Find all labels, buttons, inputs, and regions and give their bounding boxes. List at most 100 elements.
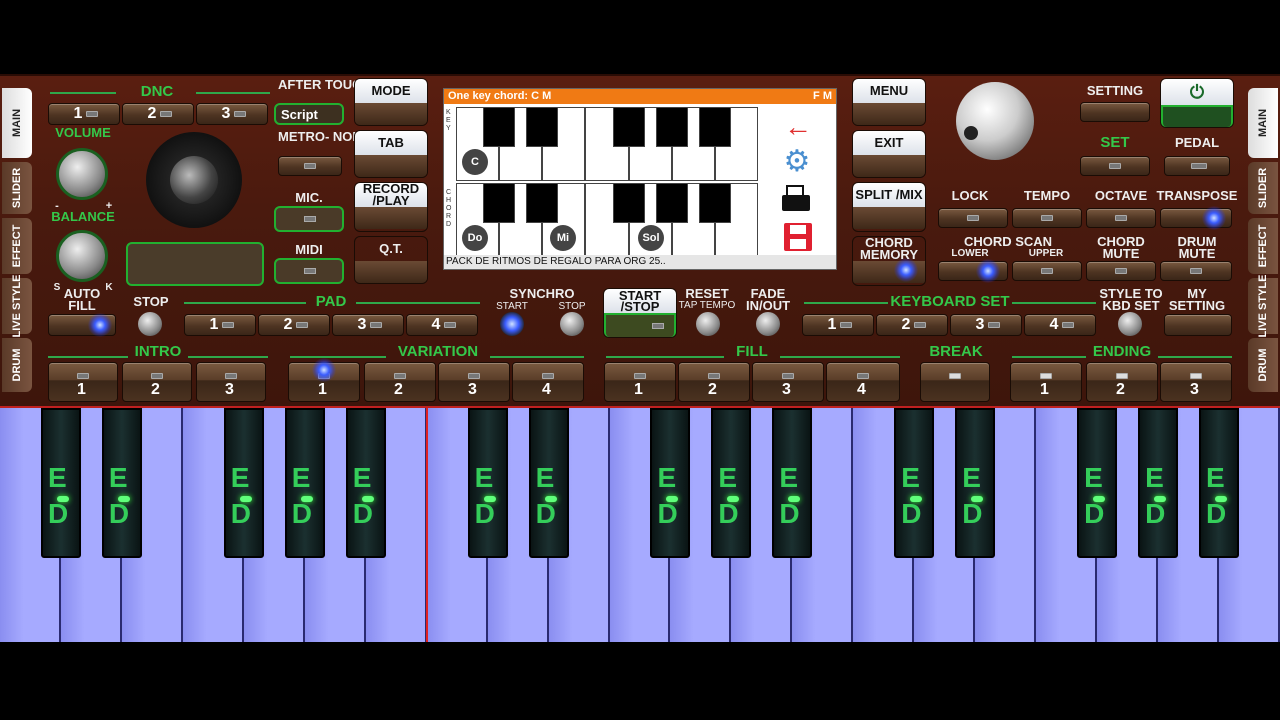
ending-button-2[interactable]: 2 xyxy=(1086,362,1158,402)
side-tab-effect[interactable]: EFFECT xyxy=(2,218,32,274)
kbd-set-button-2[interactable]: 2 xyxy=(876,314,948,336)
kbd-set-button-4[interactable]: 4 xyxy=(1024,314,1096,336)
mini-black-key[interactable] xyxy=(655,107,688,147)
fill-button-4[interactable]: 4 xyxy=(826,362,900,402)
tab-button[interactable]: TAB xyxy=(354,130,428,178)
style-to-kbd-knob[interactable] xyxy=(1118,312,1142,336)
script-button[interactable]: Script xyxy=(274,103,344,125)
pad-button-3[interactable]: 3 xyxy=(332,314,404,336)
mini-black-key[interactable] xyxy=(526,107,559,147)
mini-black-key[interactable] xyxy=(612,183,645,223)
variation-button-3[interactable]: 3 xyxy=(438,362,510,402)
reset-knob[interactable] xyxy=(696,312,720,336)
midi-button[interactable] xyxy=(274,258,344,284)
setting-button[interactable] xyxy=(1080,102,1150,122)
black-key[interactable]: ED xyxy=(1199,408,1240,558)
ending-button-1[interactable]: 1 xyxy=(1010,362,1082,402)
chord-mute-button[interactable] xyxy=(1086,261,1156,281)
mini-keyboard-chord[interactable] xyxy=(456,183,758,257)
mini-keyboard-key[interactable] xyxy=(456,107,758,181)
fill-button-3[interactable]: 3 xyxy=(752,362,824,402)
volume-knob[interactable] xyxy=(56,148,108,200)
synchro-start-knob[interactable] xyxy=(500,312,524,336)
open-folder-icon[interactable] xyxy=(782,185,812,213)
pad-button-1[interactable]: 1 xyxy=(184,314,256,336)
kbd-set-button-1[interactable]: 1 xyxy=(802,314,874,336)
dnc-button-1[interactable]: 1 xyxy=(48,103,120,125)
balance-knob[interactable] xyxy=(56,230,108,282)
tempo-dial[interactable] xyxy=(956,82,1034,160)
mic-button[interactable] xyxy=(274,206,344,232)
back-arrow-icon[interactable]: ← xyxy=(784,111,812,143)
intro-button-3[interactable]: 3 xyxy=(196,362,266,402)
variation-button-4[interactable]: 4 xyxy=(512,362,584,402)
save-icon[interactable] xyxy=(784,223,812,251)
fill-button-1[interactable]: 1 xyxy=(604,362,676,402)
pitch-pad[interactable] xyxy=(126,242,264,286)
black-key[interactable]: ED xyxy=(467,408,508,558)
record-play-button[interactable]: RECORD /PLAY xyxy=(354,182,428,232)
pad-button-4[interactable]: 4 xyxy=(406,314,478,336)
exit-button[interactable]: EXIT xyxy=(852,130,926,178)
black-key[interactable]: ED xyxy=(894,408,935,558)
intro-button-2[interactable]: 2 xyxy=(122,362,192,402)
side-tab-live-style[interactable]: LIVE STYLE xyxy=(2,275,32,337)
side-tab-slider[interactable]: SLIDER xyxy=(2,162,32,214)
intro-button-1[interactable]: 1 xyxy=(48,362,118,402)
ending-button-3[interactable]: 3 xyxy=(1160,362,1232,402)
black-key[interactable]: ED xyxy=(650,408,691,558)
mini-black-key[interactable] xyxy=(698,107,731,147)
break-button[interactable] xyxy=(920,362,990,402)
mini-black-key[interactable] xyxy=(483,183,516,223)
joystick[interactable] xyxy=(146,132,242,228)
black-key[interactable]: ED xyxy=(772,408,813,558)
drum-mute-button[interactable] xyxy=(1160,261,1232,281)
chord-scan-upper-button[interactable] xyxy=(1012,261,1082,281)
dnc-button-2[interactable]: 2 xyxy=(122,103,194,125)
black-key[interactable]: ED xyxy=(711,408,752,558)
black-key[interactable]: ED xyxy=(223,408,264,558)
synchro-stop-knob[interactable] xyxy=(560,312,584,336)
my-setting-button[interactable] xyxy=(1164,314,1232,336)
fade-knob[interactable] xyxy=(756,312,780,336)
set-button[interactable] xyxy=(1080,156,1150,176)
start-stop-button[interactable]: START /STOP xyxy=(603,288,677,338)
gear-icon[interactable]: ⚙ xyxy=(780,147,814,177)
split-mix-button[interactable]: SPLIT /MIX xyxy=(852,182,926,232)
mini-black-key[interactable] xyxy=(698,183,731,223)
black-key[interactable]: ED xyxy=(955,408,996,558)
variation-button-2[interactable]: 2 xyxy=(364,362,436,402)
black-key[interactable]: ED xyxy=(1138,408,1179,558)
black-key[interactable]: ED xyxy=(101,408,142,558)
black-key[interactable]: ED xyxy=(345,408,386,558)
dnc-button-3[interactable]: 3 xyxy=(196,103,268,125)
stop-knob[interactable] xyxy=(138,312,162,336)
metronome-button[interactable] xyxy=(278,156,342,176)
octave-button[interactable] xyxy=(1086,208,1156,228)
side-tab-effect-right[interactable]: EFFECT xyxy=(1248,218,1278,274)
side-tab-drum[interactable]: DRUM xyxy=(2,338,32,392)
side-tab-slider-right[interactable]: SLIDER xyxy=(1248,162,1278,214)
mode-button[interactable]: MODE xyxy=(354,78,428,126)
power-button[interactable]: ⏻ xyxy=(1160,78,1234,128)
black-key[interactable]: ED xyxy=(284,408,325,558)
pad-button-2[interactable]: 2 xyxy=(258,314,330,336)
qt-button[interactable]: Q.T. xyxy=(354,236,428,284)
black-key[interactable]: ED xyxy=(40,408,81,558)
fill-button-2[interactable]: 2 xyxy=(678,362,750,402)
kbd-set-button-3[interactable]: 3 xyxy=(950,314,1022,336)
mini-black-key[interactable] xyxy=(483,107,516,147)
black-key[interactable]: ED xyxy=(528,408,569,558)
mini-black-key[interactable] xyxy=(526,183,559,223)
side-tab-drum-right[interactable]: DRUM xyxy=(1248,338,1278,392)
mini-black-key[interactable] xyxy=(655,183,688,223)
side-tab-main[interactable]: MAIN xyxy=(2,88,32,158)
black-key[interactable]: ED xyxy=(1077,408,1118,558)
tempo-button[interactable] xyxy=(1012,208,1082,228)
side-tab-live-style-right[interactable]: LIVE STYLE xyxy=(1248,275,1278,337)
lock-button[interactable] xyxy=(938,208,1008,228)
pedal-button[interactable] xyxy=(1164,156,1230,176)
side-tab-main-right[interactable]: MAIN xyxy=(1248,88,1278,158)
mini-black-key[interactable] xyxy=(612,107,645,147)
menu-button[interactable]: MENU xyxy=(852,78,926,126)
